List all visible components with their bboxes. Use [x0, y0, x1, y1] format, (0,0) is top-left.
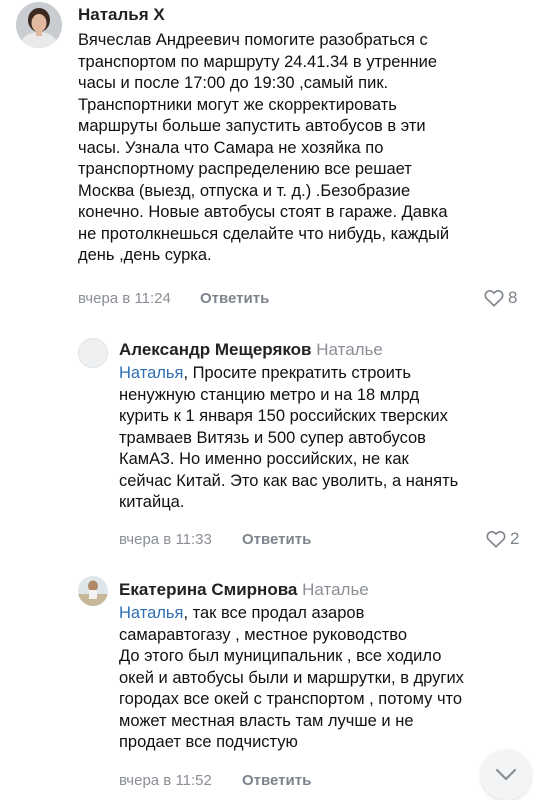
comment: Наталья Х Вячеслав Андреевич помогите ра…: [0, 0, 539, 320]
reply-to-label[interactable]: Наталье: [302, 580, 369, 599]
like-button[interactable]: 8: [484, 288, 517, 308]
comment-text-line: трамваев Витязь и 500 супер автобусов: [119, 428, 426, 447]
comment-timestamp: вчера в 11:52: [119, 772, 212, 789]
comment-text-line: До этого был муниципальник , все ходило: [119, 647, 442, 665]
comment-author[interactable]: Наталья Х: [78, 5, 165, 25]
chevron-down-icon: [495, 768, 517, 781]
scroll-down-button[interactable]: [481, 750, 531, 800]
mention-link[interactable]: Наталья: [119, 364, 183, 382]
avatar-photo: [16, 2, 62, 48]
reply-button[interactable]: Ответить: [242, 772, 311, 789]
comment-text-line: продает все подчистую: [119, 733, 298, 751]
author-name[interactable]: Екатерина Смирнова: [119, 580, 297, 599]
comment-text: Наталья, Просите прекратить строить нену…: [119, 363, 458, 514]
like-button[interactable]: 2: [486, 529, 519, 549]
comment-text-line: Наталья, Просите прекратить строить: [119, 363, 458, 385]
comment-text-line: может местная власть там лучше и не: [119, 711, 414, 730]
author-name[interactable]: Александр Мещеряков: [119, 340, 312, 359]
heart-icon: [486, 531, 506, 548]
comment-text-line: Москва (выезд, отпуска и т. д.) .Безобра…: [78, 181, 411, 200]
like-count: 2: [510, 529, 520, 548]
comment-reply: Александр Мещеряков Наталье Наталья, Про…: [0, 320, 539, 570]
comment-text-line: транспортному распределению все решает: [78, 160, 412, 178]
comment-text-line: часы и после 17:00 до 19:30 ,самый пик.: [78, 74, 389, 92]
like-count: 8: [508, 288, 518, 307]
comment-text-line: КамАЗ. Но именно российских, не как: [119, 450, 409, 468]
comment-text-line: часы. Узнала что Самара не хозяйка по: [78, 138, 384, 157]
comment-text-line: окей и автобусы были и маршрутки, в друг…: [119, 668, 464, 687]
comment-text-line: конечно. Новые автобусы стоят в гараже. …: [78, 203, 448, 221]
avatar[interactable]: [78, 576, 108, 606]
comment-author[interactable]: Екатерина Смирнова Наталье: [119, 580, 369, 600]
comment-text-line: Наталья, так все продал азаров: [119, 603, 464, 625]
comment-timestamp: вчера в 11:33: [119, 531, 212, 548]
comment-text-line: китайца.: [119, 493, 185, 511]
comment-text: Наталья, так все продал азаров самаравто…: [119, 603, 464, 754]
comment-text-line: маршруты больше запустить автобусов в эт…: [78, 117, 426, 135]
avatar[interactable]: [78, 338, 108, 368]
comment-text-fragment: , Просите прекратить строить: [183, 364, 411, 382]
comment-text-line: сейчас Китай. Это как вас уволить, а нан…: [119, 471, 459, 490]
comment-text-line: курить к 1 января 150 российских тверски…: [119, 407, 448, 425]
heart-icon: [484, 290, 504, 307]
comment-text-line: не протолкнешься сделайте что нибудь, ка…: [78, 224, 450, 243]
comment-timestamp: вчера в 11:24: [78, 290, 171, 307]
reply-to-label[interactable]: Наталье: [316, 340, 383, 359]
comment-text-line: Транспортники могут же скорректировать: [78, 95, 397, 114]
comment-text-line: транспортом по маршруту 24.41.34 в утрен…: [78, 52, 438, 71]
comment-reply: Екатерина Смирнова Наталье Наталья, так …: [0, 570, 539, 800]
comment-text-line: ненужную станцию метро и на 18 млрд: [119, 385, 420, 404]
reply-button[interactable]: Ответить: [200, 290, 269, 307]
avatar-photo: [78, 576, 108, 606]
comment-text: Вячеслав Андреевич помогите разобраться …: [78, 30, 449, 267]
comment-text-line: день ,день сурка.: [78, 246, 212, 264]
comment-text-line: самаравтогазу , местное руководство: [119, 625, 408, 644]
comment-text-fragment: , так все продал азаров: [183, 604, 365, 622]
mention-link[interactable]: Наталья: [119, 604, 183, 622]
avatar[interactable]: [16, 2, 62, 48]
comment-author[interactable]: Александр Мещеряков Наталье: [119, 340, 383, 360]
reply-button[interactable]: Ответить: [242, 531, 311, 548]
comment-text-line: городах все окей с транспортом , потому …: [119, 690, 463, 708]
comment-text-line: Вячеслав Андреевич помогите разобраться …: [78, 31, 428, 49]
